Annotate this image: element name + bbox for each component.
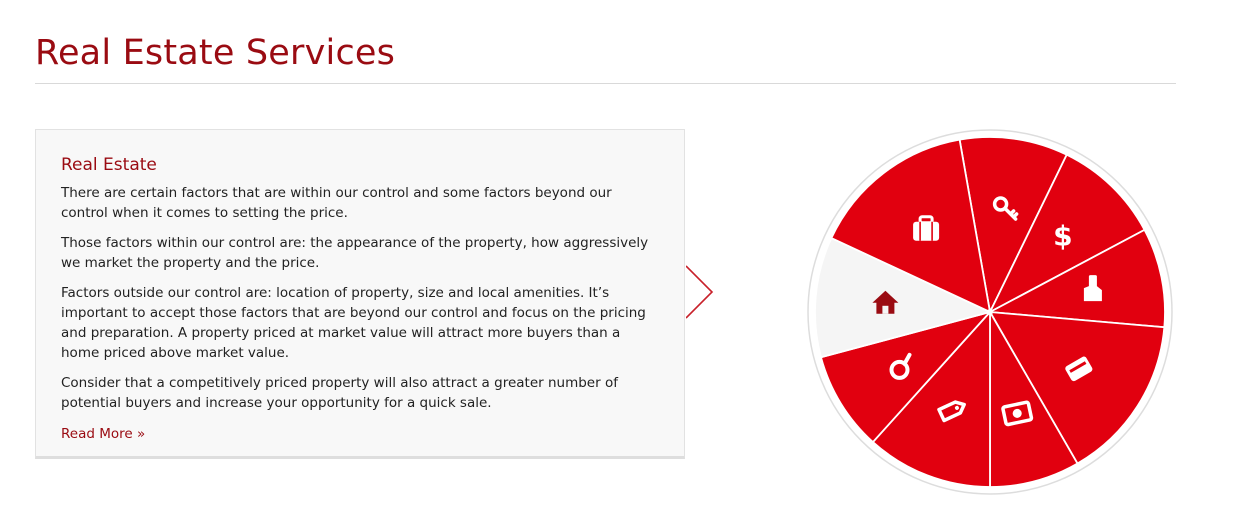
panel-paragraph-4: Consider that a competitively priced pro… xyxy=(61,375,618,411)
panel-pointer-arrow xyxy=(686,265,714,319)
panel-paragraph-1: There are certain factors that are withi… xyxy=(61,185,612,221)
panel-paragraph-3: Factors outside our control are: locatio… xyxy=(61,285,646,361)
wheel-center-dot xyxy=(987,309,993,315)
service-info-panel: Real Estate There are certain factors th… xyxy=(35,129,685,459)
page-title: Real Estate Services xyxy=(35,33,396,73)
read-more-link[interactable]: Read More » xyxy=(61,424,145,444)
svg-text:$: $ xyxy=(1053,220,1072,253)
dollar-icon: $ xyxy=(1053,220,1072,253)
services-wheel: $ xyxy=(807,129,1173,495)
panel-paragraph-2: Those factors within our control are: th… xyxy=(61,235,649,271)
title-divider xyxy=(35,83,1176,84)
panel-content: Real Estate There are certain factors th… xyxy=(61,152,661,444)
panel-heading: Real Estate xyxy=(61,155,157,175)
